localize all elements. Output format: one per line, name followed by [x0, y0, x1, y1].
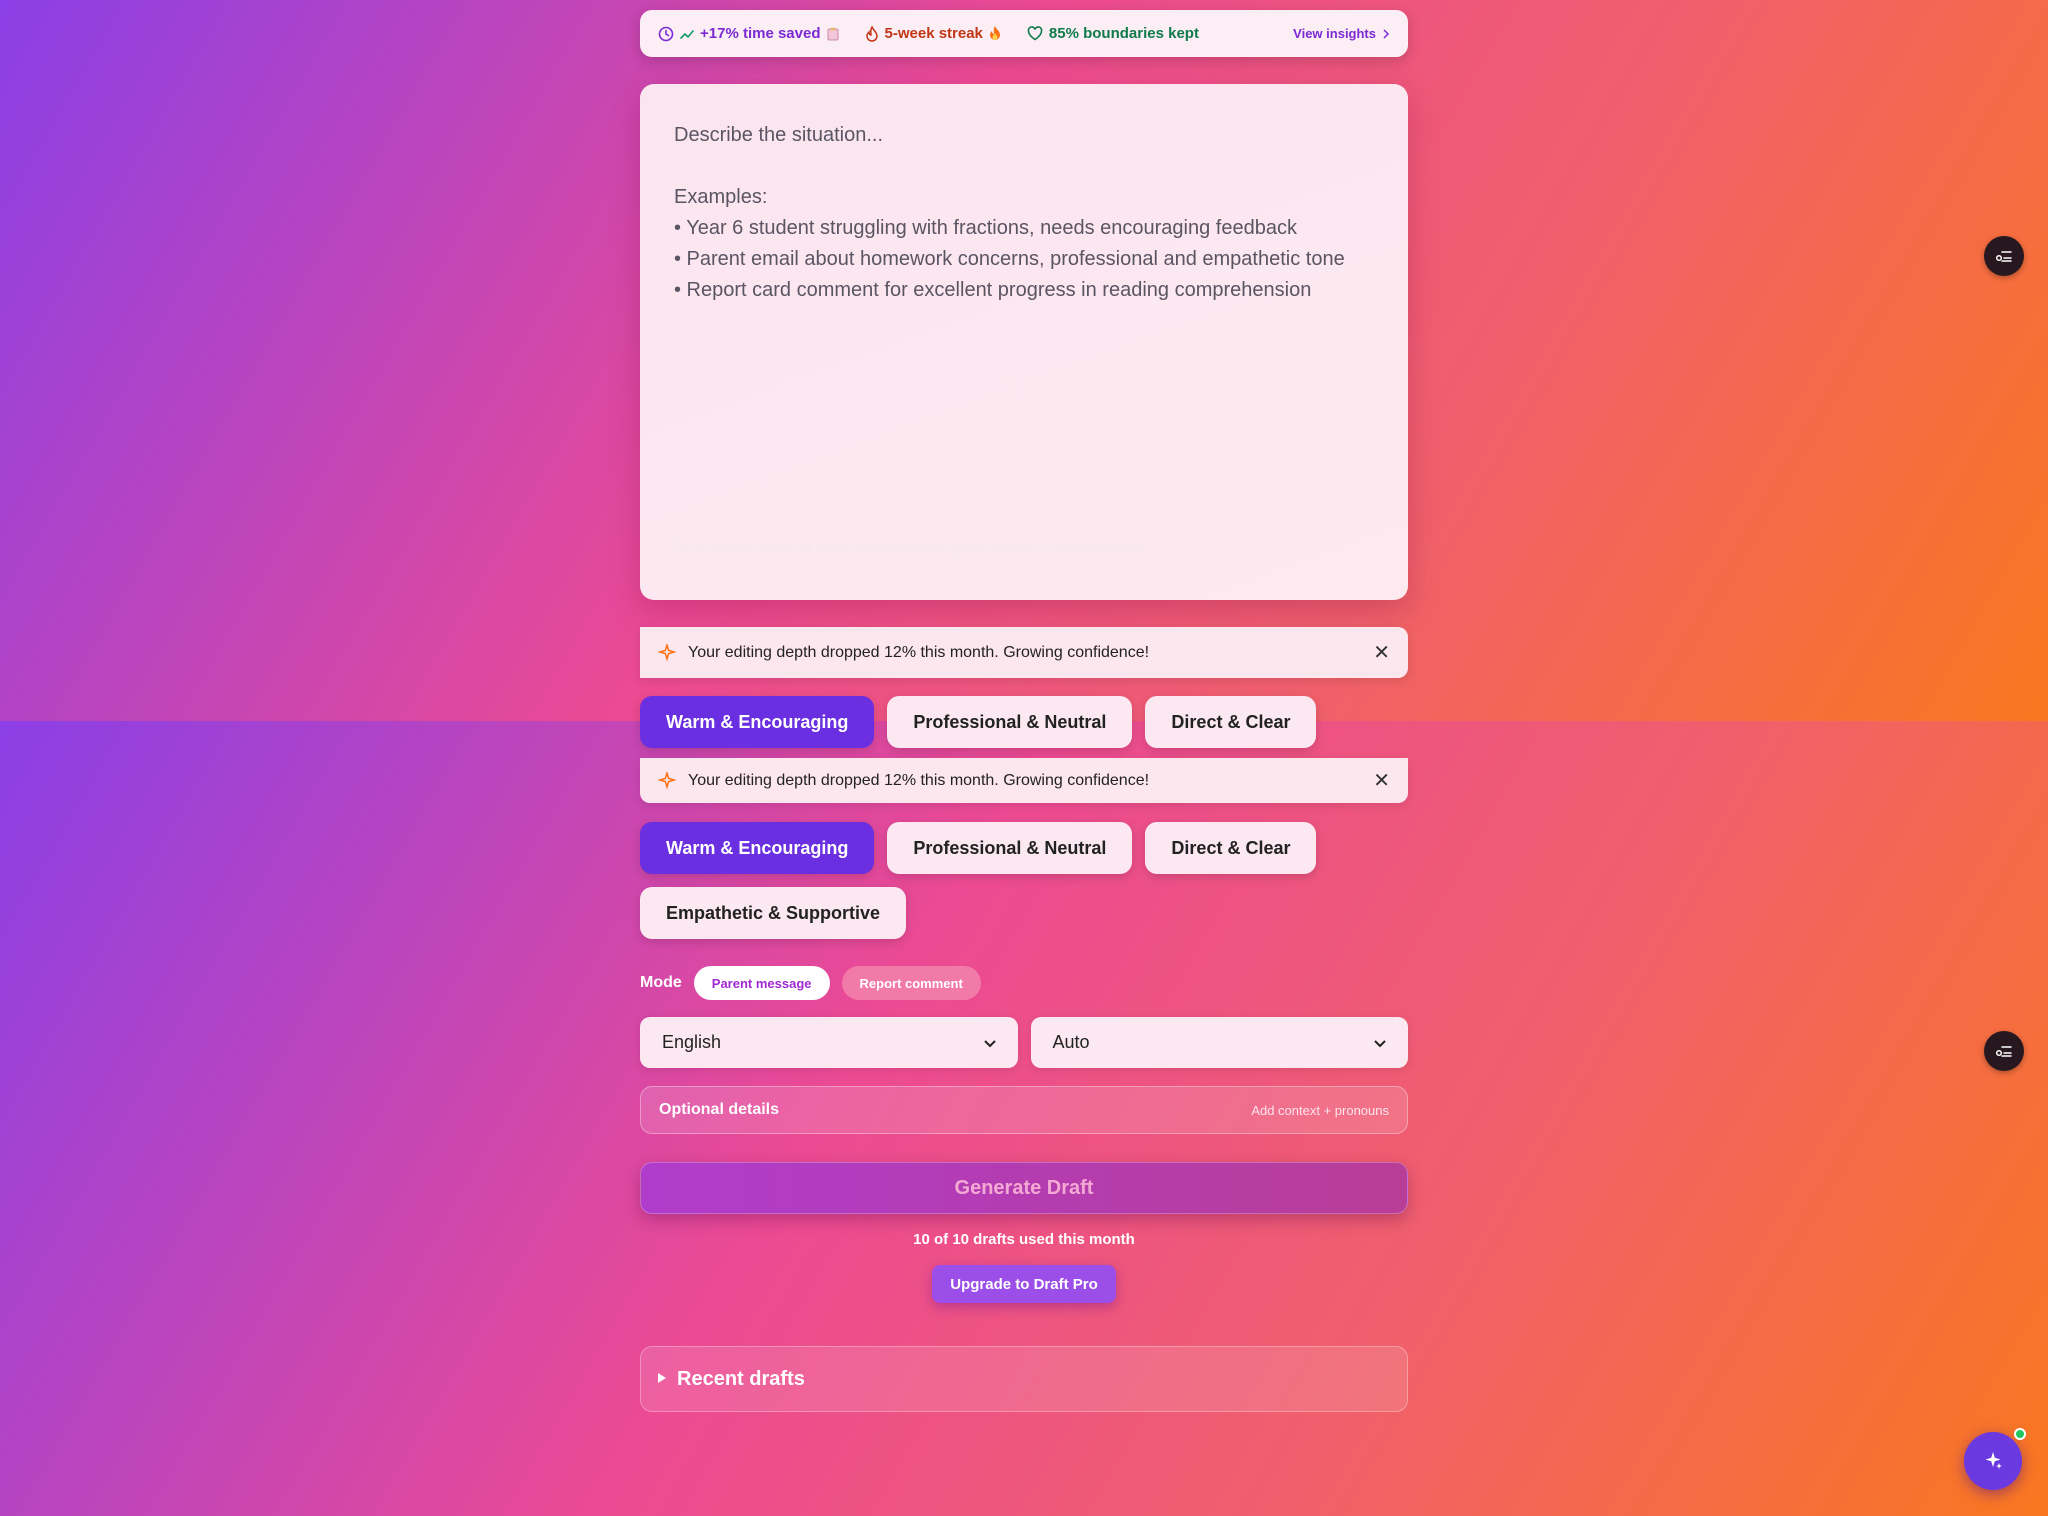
- usage-counter: 10 of 10 drafts used this month: [913, 1231, 1135, 1248]
- fire-icon: [989, 26, 1001, 41]
- online-status-dot: [2014, 1428, 2026, 1440]
- view-insights-link[interactable]: View insights: [1293, 26, 1390, 41]
- chevron-right-icon: [1382, 28, 1390, 39]
- trending-up-icon: [680, 27, 694, 41]
- sliders-icon: [1995, 249, 2013, 263]
- optional-details-title: Optional details: [659, 1101, 780, 1118]
- language-select[interactable]: English: [640, 1017, 1018, 1068]
- stat-time-saved: +17% time saved: [658, 25, 839, 42]
- chevron-down-icon: [1374, 1035, 1386, 1051]
- close-icon[interactable]: ✕: [1373, 640, 1390, 665]
- tone-warm-button[interactable]: Warm & Encouraging: [640, 696, 875, 748]
- banner-message: Your editing depth dropped 12% this mont…: [688, 643, 1150, 661]
- tone-professional-button[interactable]: Professional & Neutral: [887, 822, 1133, 874]
- mode-parent-button[interactable]: Parent message: [693, 966, 830, 1000]
- sparkle-icon: [658, 771, 676, 790]
- tone-direct-button[interactable]: Direct & Clear: [1145, 822, 1317, 874]
- flame-outline-icon: [865, 25, 879, 42]
- recent-drafts-label: Recent drafts: [677, 1367, 805, 1390]
- assistant-button[interactable]: [1964, 1432, 2022, 1490]
- stat-streak: 5-week streak: [865, 25, 1001, 42]
- filter-settings-button[interactable]: [1984, 1031, 2024, 1071]
- privacy-note: Do not include student full names, email…: [674, 541, 1149, 555]
- sliders-icon: [1995, 1044, 2013, 1058]
- mode-selector: Mode Parent message Report comment: [640, 966, 981, 1000]
- view-insights-text: View insights: [1293, 26, 1376, 41]
- stats-bar: +17% time saved 5-week streak 85% bounda…: [640, 10, 1408, 57]
- upgrade-button[interactable]: Upgrade to Draft Pro: [932, 1265, 1116, 1303]
- insight-banner: Your editing depth dropped 12% this mont…: [640, 758, 1408, 803]
- close-icon[interactable]: ✕: [1373, 768, 1390, 793]
- optional-details-hint: Add context + pronouns: [1251, 1102, 1389, 1118]
- length-select[interactable]: Auto: [1030, 1017, 1408, 1068]
- stat-boundaries-text: 85% boundaries kept: [1048, 25, 1199, 42]
- stat-boundaries: 85% boundaries kept: [1027, 25, 1199, 42]
- clock-icon: [658, 26, 674, 42]
- insight-banner: Your editing depth dropped 12% this mont…: [640, 627, 1408, 678]
- tone-selector: Warm & Encouraging Professional & Neutra…: [640, 696, 1408, 748]
- filter-settings-button[interactable]: [1984, 236, 2024, 276]
- banner-message: Your editing depth dropped 12% this mont…: [688, 771, 1150, 789]
- tone-empathetic-button[interactable]: Empathetic & Supportive: [640, 887, 907, 939]
- clipboard-icon: [827, 27, 839, 41]
- tone-selector: Warm & Encouraging Professional & Neutra…: [640, 822, 1408, 939]
- language-value: English: [662, 1032, 722, 1052]
- length-value: Auto: [1052, 1032, 1090, 1052]
- tone-professional-button[interactable]: Professional & Neutral: [887, 696, 1133, 748]
- optional-details-toggle[interactable]: Optional details Add context + pronouns: [640, 1086, 1408, 1134]
- stat-time-saved-text: +17% time saved: [700, 25, 821, 42]
- triangle-right-icon: [657, 1371, 667, 1387]
- recent-drafts-toggle[interactable]: Recent drafts: [640, 1346, 1408, 1412]
- sparkle-icon: [658, 643, 676, 662]
- mode-report-button[interactable]: Report comment: [841, 966, 981, 1000]
- chevron-down-icon: [983, 1035, 996, 1051]
- textarea-placeholder: Describe the situation... Examples: • Ye…: [674, 124, 1345, 301]
- mode-label: Mode: [640, 974, 682, 991]
- stat-streak-text: 5-week streak: [884, 25, 983, 42]
- heart-icon: [1027, 26, 1043, 41]
- tone-warm-button[interactable]: Warm & Encouraging: [640, 822, 875, 874]
- select-row: English Auto: [640, 1017, 1408, 1068]
- situation-textarea[interactable]: Describe the situation... Examples: • Ye…: [640, 84, 1408, 600]
- tone-direct-button[interactable]: Direct & Clear: [1145, 696, 1317, 748]
- generate-draft-button[interactable]: Generate Draft: [640, 1162, 1408, 1214]
- sparkles-icon: [1981, 1449, 2005, 1473]
